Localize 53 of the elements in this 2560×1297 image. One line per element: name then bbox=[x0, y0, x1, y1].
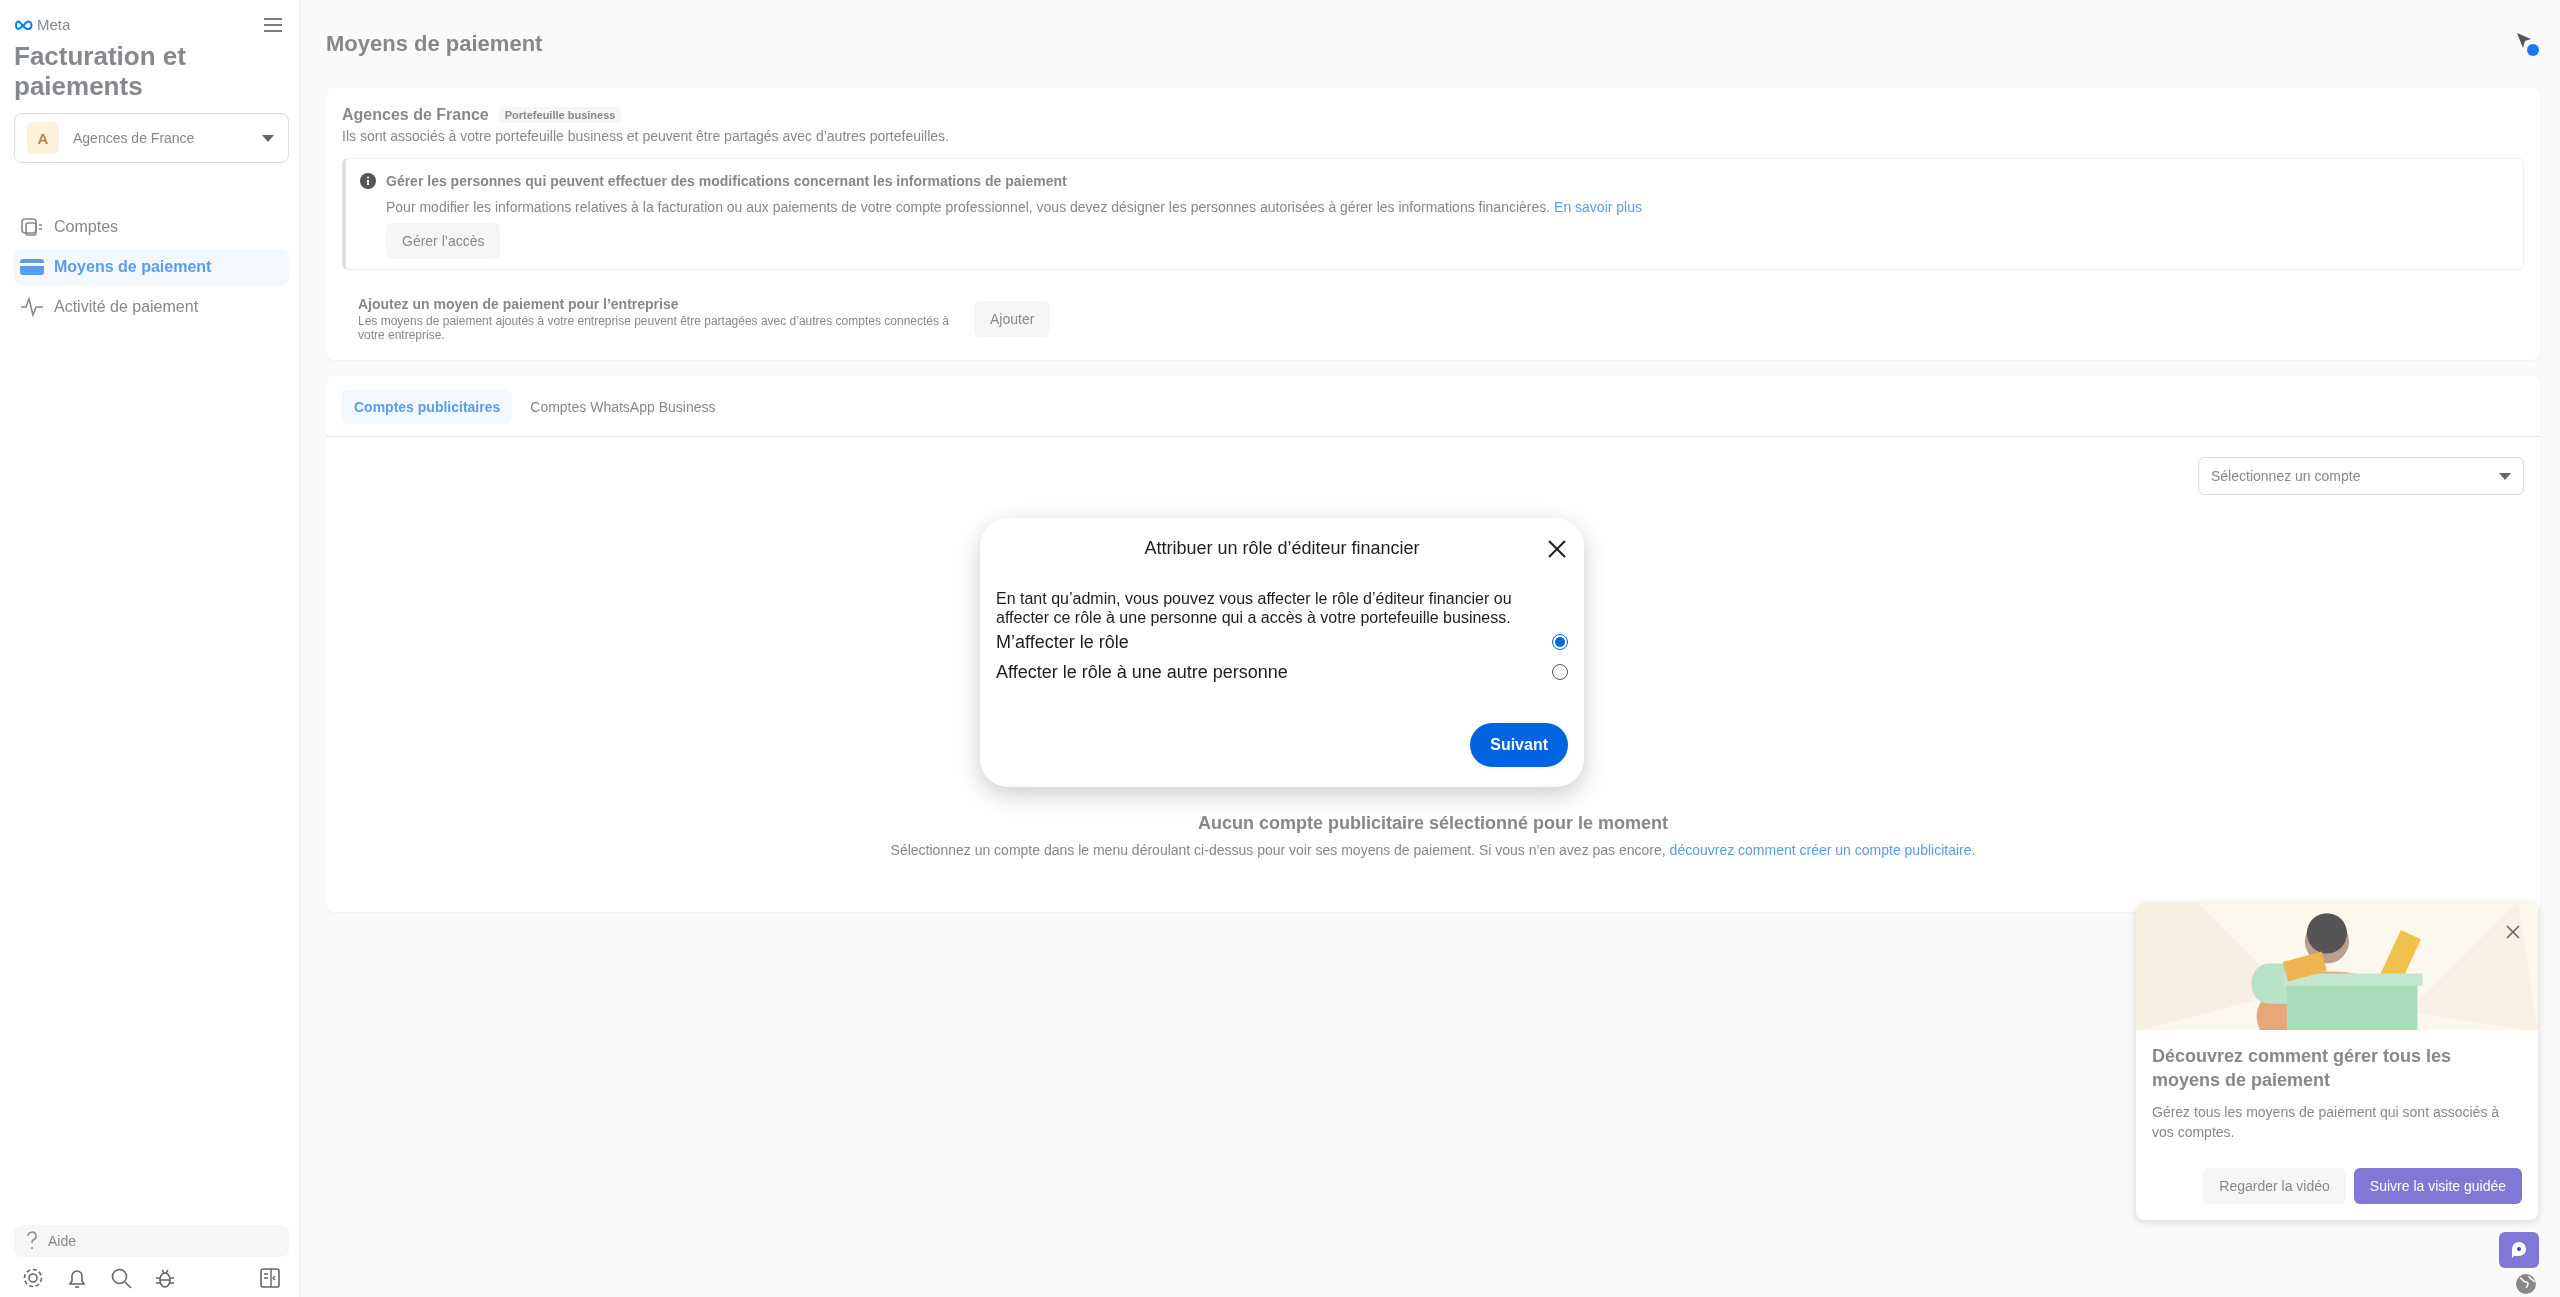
brand-name: Meta bbox=[37, 16, 71, 33]
notice-title: Gérer les personnes qui peuvent effectuer des modifications concernant les informations de paiement bbox=[386, 173, 1067, 189]
empty-state-title: Aucun compte publicitaire sélectionné pour le moment bbox=[1196, 813, 1670, 834]
close-icon[interactable] bbox=[1548, 540, 1566, 558]
account-avatar: A bbox=[27, 122, 59, 154]
empty-state-text: Sélectionnez un compte dans le menu déroulant ci-dessus pour voir ses moyens de paiement. Si vous n’en avez pas encore, découvrez comment créer un compte publicitaire. bbox=[889, 842, 1977, 858]
account-selector[interactable]: A Agences de France bbox=[14, 113, 289, 163]
info-icon bbox=[360, 173, 376, 189]
pulse-icon bbox=[20, 296, 44, 318]
promo-text: Gérez tous les moyens de paiement qui sont associés à vos comptes. bbox=[2152, 1103, 2501, 1142]
manage-access-button[interactable]: Gérer l’accès bbox=[386, 223, 501, 259]
next-button[interactable]: Suivant bbox=[1470, 723, 1568, 767]
business-badge: Portefeuille business bbox=[498, 107, 622, 123]
globe-icon[interactable] bbox=[2515, 1273, 2537, 1295]
bug-icon[interactable] bbox=[154, 1267, 176, 1289]
search-icon[interactable] bbox=[110, 1267, 132, 1289]
business-name: Agences de France bbox=[342, 106, 489, 124]
dialog-text: En tant qu’admin, vous pouvez vous affecter le rôle d’éditeur financier ou affecter ce rôle à une personne qui a accès à votre portefeuille business. bbox=[996, 589, 1513, 627]
promo-title: Découvrez comment gérer tous les moyens de paiement bbox=[2152, 1045, 2453, 1092]
dialog-title: Attribuer un rôle d’éditeur financier bbox=[1144, 538, 1420, 559]
business-description: Ils sont associés à votre portefeuille business et peuvent être partagés avec d’autres portefeuilles. bbox=[342, 128, 950, 144]
option-label: M’affecter le rôle bbox=[996, 631, 1129, 653]
option-label: Affecter le rôle à une autre personne bbox=[996, 661, 1288, 683]
sidebar-title: Facturation et paiements bbox=[14, 41, 187, 101]
bell-icon[interactable] bbox=[66, 1267, 88, 1289]
accounts-icon bbox=[20, 216, 44, 238]
caret-icon bbox=[2499, 472, 2511, 480]
add-method-text: Les moyens de paiement ajoutés à votre entreprise peuvent être partagées avec d’autres comptes connectés à votre entreprise. bbox=[358, 314, 951, 342]
meta-logo-icon bbox=[14, 18, 34, 31]
user-badge-icon[interactable] bbox=[2514, 31, 2540, 57]
learn-more-link[interactable]: En savoir plus bbox=[1554, 199, 1642, 215]
panel-toggle-icon[interactable] bbox=[259, 1267, 281, 1289]
tab[interactable]: Comptes WhatsApp Business bbox=[518, 390, 728, 424]
chat-icon bbox=[2510, 1241, 2528, 1259]
nav-item[interactable]: Comptes bbox=[14, 207, 289, 247]
video-button[interactable]: Regarder la vidéo bbox=[2203, 1168, 2346, 1204]
settings-icon[interactable] bbox=[22, 1267, 44, 1289]
tab[interactable]: Comptes publicitaires bbox=[342, 390, 513, 424]
help-item[interactable]: Aide bbox=[14, 1225, 289, 1257]
chat-button[interactable] bbox=[2499, 1232, 2539, 1268]
account-dropdown[interactable]: Sélectionnez un compte bbox=[2198, 457, 2524, 495]
add-method-title: Ajoutez un moyen de paiement pour l’entreprise bbox=[358, 296, 680, 312]
question-icon bbox=[26, 1231, 38, 1251]
page-title: Moyens de paiement bbox=[326, 31, 543, 57]
tour-button[interactable]: Suivre la visite guidée bbox=[2353, 1168, 2522, 1204]
nav-item[interactable]: Activité de paiement bbox=[14, 287, 289, 327]
nav-item[interactable]: Moyens de paiement bbox=[14, 249, 289, 285]
create-account-link[interactable]: découvrez comment créer un compte publicitaire. bbox=[1669, 842, 1976, 858]
notice-text: Pour modifier les informations relatives à la facturation ou aux paiements de votre compte professionnel, vous devez désigner les personnes autorisées à gérer les informations financières. En savoir plus bbox=[386, 199, 1642, 215]
caret-icon bbox=[262, 134, 274, 142]
add-button[interactable]: Ajouter bbox=[974, 301, 1051, 337]
menu-icon[interactable] bbox=[263, 16, 283, 33]
credit-card-icon bbox=[20, 258, 44, 276]
